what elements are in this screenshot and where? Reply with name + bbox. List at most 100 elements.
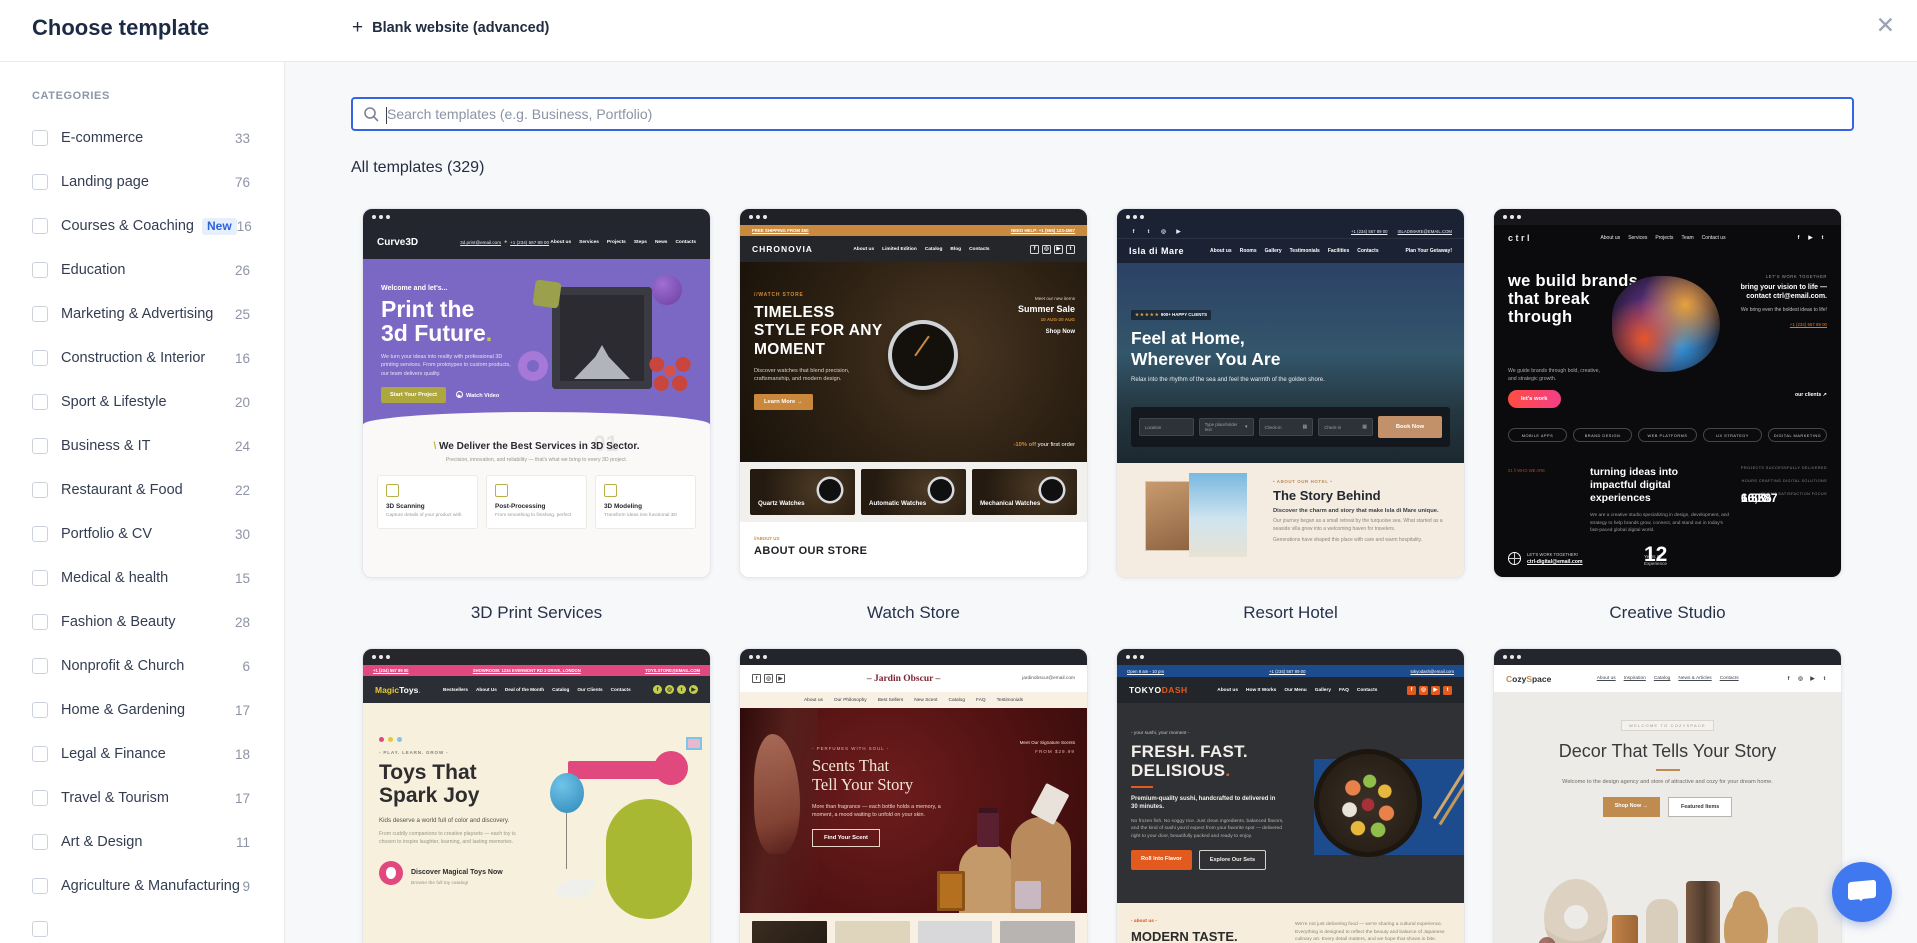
model-photo bbox=[740, 708, 818, 913]
template-card-jardin-obscur[interactable]: f◎▶ – Jardin Obscur – jardinobscur@email… bbox=[739, 648, 1088, 943]
bunny-icon bbox=[379, 861, 403, 885]
category-checkbox[interactable] bbox=[32, 658, 48, 674]
close-icon[interactable]: ✕ bbox=[1876, 14, 1895, 37]
category-item[interactable]: Portfolio & CV 30 bbox=[0, 512, 284, 556]
vases-illustration bbox=[1494, 861, 1841, 943]
mini-secondary-button: Explore Our Sets bbox=[1199, 850, 1266, 870]
category-label: Home & Gardening bbox=[61, 702, 185, 718]
feature-title: Post-Processing bbox=[495, 503, 578, 510]
category-checkbox[interactable] bbox=[32, 570, 48, 586]
category-checkbox[interactable] bbox=[32, 614, 48, 630]
template-card-cozyspace[interactable]: CozySpace About usInspirationCatalogNews… bbox=[1493, 648, 1842, 943]
template-thumbnail-tokyodash[interactable]: Open 8 am - 10 pm +1 (234) 567 89 00 tok… bbox=[1116, 648, 1465, 943]
category-checkbox[interactable] bbox=[32, 394, 48, 410]
category-item[interactable]: Business & IT 24 bbox=[0, 424, 284, 468]
category-item[interactable]: Courses & Coaching New 16 bbox=[0, 204, 284, 248]
category-checkbox[interactable] bbox=[32, 746, 48, 762]
about-paragraph: We're not just delivering food — we're s… bbox=[1295, 919, 1450, 943]
facebook-icon: f bbox=[1784, 674, 1793, 683]
mini-nav-link: Contacts bbox=[611, 687, 631, 692]
category-checkbox[interactable] bbox=[32, 878, 48, 894]
mini-nav-link: Best Sellers bbox=[878, 698, 904, 703]
mini-about-section: - about us - MODERN TASTE. We're not jus… bbox=[1117, 903, 1464, 943]
category-item[interactable]: Art & Design 11 bbox=[0, 820, 284, 864]
mini-body-text: We turn your ideas into reality with pro… bbox=[381, 353, 516, 377]
youtube-icon: ▶ bbox=[689, 685, 698, 694]
mini-sub-text: Premium-quality sushi, handcrafted to de… bbox=[1131, 795, 1281, 812]
category-checkbox[interactable] bbox=[32, 218, 48, 234]
category-item[interactable]: Travel & Tourism 17 bbox=[0, 776, 284, 820]
category-checkbox[interactable] bbox=[32, 262, 48, 278]
template-thumbnail-resort-hotel[interactable]: ft◎▶ +1 (234) 567 89 00ISLADIMARE@EMAIL.… bbox=[1116, 208, 1465, 578]
template-thumbnail-jardin-obscur[interactable]: f◎▶ – Jardin Obscur – jardinobscur@email… bbox=[739, 648, 1088, 943]
template-card-resort-hotel[interactable]: ft◎▶ +1 (234) 567 89 00ISLADIMARE@EMAIL.… bbox=[1116, 208, 1465, 648]
category-checkbox[interactable] bbox=[32, 790, 48, 806]
mini-nav-link: Services bbox=[1628, 235, 1647, 241]
category-item[interactable]: E-commerce 33 bbox=[0, 116, 284, 160]
category-item[interactable]: Construction & Interior 16 bbox=[0, 336, 284, 380]
template-thumbnail-3d-print[interactable]: Curve3D 3d.print@email.com ● +1 (234) 56… bbox=[362, 208, 711, 578]
accent-rule bbox=[1656, 769, 1680, 771]
category-label: Restaurant & Food bbox=[61, 482, 183, 498]
category-checkbox[interactable] bbox=[32, 130, 48, 146]
mini-nav: About usServicesProjectsStepsNewsContact… bbox=[550, 240, 696, 245]
category-label: Agriculture & Manufacturing bbox=[61, 878, 240, 894]
category-item[interactable]: Home & Gardening 17 bbox=[0, 688, 284, 732]
category-checkbox[interactable] bbox=[32, 438, 48, 454]
sphere-illustration bbox=[652, 275, 682, 305]
category-item[interactable]: Marketing & Advertising 25 bbox=[0, 292, 284, 336]
category-item[interactable]: Medical & health 15 bbox=[0, 556, 284, 600]
template-card-creative-studio[interactable]: ctrl About usServicesProjectsTeamContact… bbox=[1493, 208, 1842, 648]
feature-box: Post-Processing From smoothing to finish… bbox=[486, 475, 587, 529]
mini-cta-button: Find Your Scent bbox=[812, 829, 880, 847]
search-bar[interactable] bbox=[351, 97, 1854, 131]
coral-illustration bbox=[648, 349, 692, 393]
template-card-magictoys[interactable]: +1 (234) 567 89 00 SHOWROOM: 1234 EVERMO… bbox=[362, 648, 711, 943]
about-eyebrow: - about us - bbox=[1131, 919, 1281, 924]
category-item[interactable]: Legal & Finance 18 bbox=[0, 732, 284, 776]
template-card-watch-store[interactable]: FREE SHIPPING FROM $50 NEED HELP: +1 (55… bbox=[739, 208, 1088, 648]
social-icons: f◎▶t bbox=[1030, 245, 1075, 254]
browser-chrome bbox=[363, 649, 710, 665]
category-item[interactable]: Education 26 bbox=[0, 248, 284, 292]
blank-website-button[interactable]: + Blank website (advanced) bbox=[352, 18, 549, 37]
category-label: Travel & Tourism bbox=[61, 790, 169, 806]
category-label: Nonprofit & Church bbox=[61, 658, 184, 674]
chat-bubble-icon bbox=[1848, 880, 1876, 900]
photo-strip bbox=[740, 913, 1087, 943]
category-checkbox[interactable] bbox=[32, 702, 48, 718]
template-thumbnail-cozyspace[interactable]: CozySpace About usInspirationCatalogNews… bbox=[1493, 648, 1842, 943]
category-checkbox[interactable] bbox=[32, 174, 48, 190]
mini-phone: +1 (234) 567 89 00 bbox=[1351, 229, 1387, 234]
category-label: Fashion & Beauty bbox=[61, 614, 175, 630]
search-input[interactable] bbox=[387, 106, 1842, 122]
facebook-icon: f bbox=[1407, 686, 1416, 695]
template-thumbnail-watch-store[interactable]: FREE SHIPPING FROM $50 NEED HELP: +1 (55… bbox=[739, 208, 1088, 578]
category-checkbox[interactable] bbox=[32, 482, 48, 498]
template-thumbnail-creative-studio[interactable]: ctrl About usServicesProjectsTeamContact… bbox=[1493, 208, 1842, 578]
category-checkbox[interactable] bbox=[32, 834, 48, 850]
category-checkbox-partial[interactable] bbox=[32, 921, 48, 937]
chat-widget-button[interactable] bbox=[1832, 862, 1892, 922]
template-thumbnail-magictoys[interactable]: +1 (234) 567 89 00 SHOWROOM: 1234 EVERMO… bbox=[362, 648, 711, 943]
category-item[interactable]: Fashion & Beauty 28 bbox=[0, 600, 284, 644]
mini-logo: CozySpace bbox=[1506, 674, 1551, 684]
youtube-icon: ▶ bbox=[1054, 245, 1063, 254]
mini-cta-button: Learn More → bbox=[754, 394, 813, 410]
template-card-3d-print[interactable]: Curve3D 3d.print@email.com ● +1 (234) 56… bbox=[362, 208, 711, 648]
category-item[interactable]: Restaurant & Food 22 bbox=[0, 468, 284, 512]
twitter-icon: t bbox=[1818, 233, 1827, 242]
mini-nav-link: About us bbox=[550, 240, 571, 245]
template-card-tokyodash[interactable]: Open 8 am - 10 pm +1 (234) 567 89 00 tok… bbox=[1116, 648, 1465, 943]
category-item[interactable]: Landing page 76 bbox=[0, 160, 284, 204]
mini-nav-link: About us bbox=[1217, 688, 1238, 693]
category-item[interactable]: Agriculture & Manufacturing 9 bbox=[0, 864, 284, 908]
category-item[interactable]: Nonprofit & Church 6 bbox=[0, 644, 284, 688]
category-checkbox[interactable] bbox=[32, 350, 48, 366]
category-checkbox[interactable] bbox=[32, 526, 48, 542]
category-checkbox[interactable] bbox=[32, 306, 48, 322]
mini-body-text: Relax into the rhythm of the sea and fee… bbox=[1131, 377, 1450, 383]
mini-topbar-right: tokyodash@email.com bbox=[1410, 669, 1454, 674]
mini-nav: About usServicesProjectsTeamContact us bbox=[1600, 235, 1725, 241]
category-item[interactable]: Sport & Lifestyle 20 bbox=[0, 380, 284, 424]
